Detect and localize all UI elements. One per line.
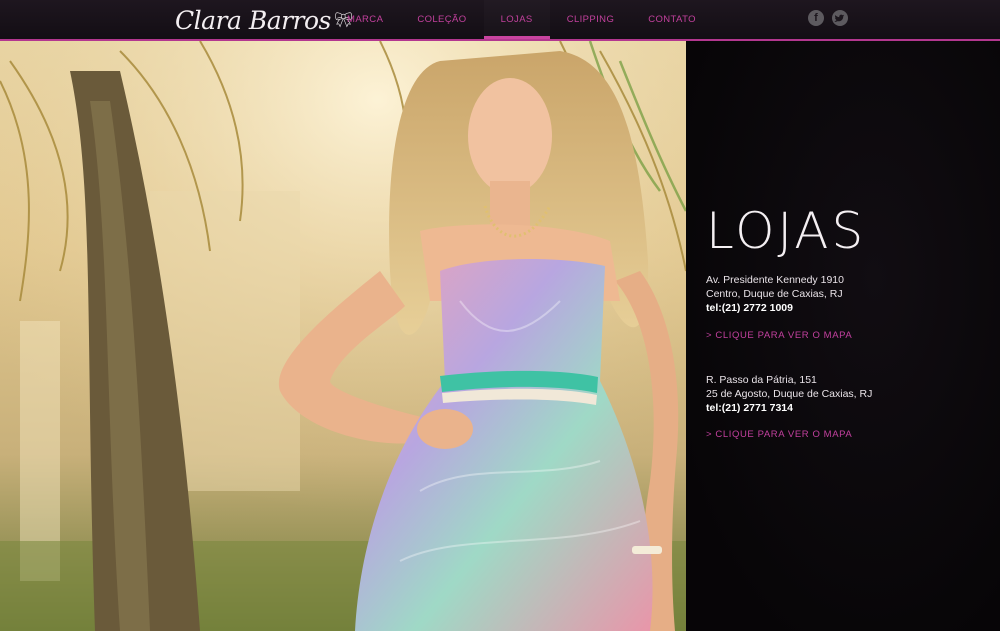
top-navigation-bar: Clara Barros 🎀︎ MARCA COLEÇÃO LOJAS CLIP… xyxy=(0,0,1000,41)
store-card: R. Passo da Pátria, 151 25 de Agosto, Du… xyxy=(706,373,872,415)
main-nav: MARCA COLEÇÃO LOJAS CLIPPING CONTATO xyxy=(330,0,713,39)
map-link[interactable]: > CLIQUE PARA VER O MAPA xyxy=(706,330,852,341)
nav-marca[interactable]: MARCA xyxy=(330,0,400,39)
store-phone: tel:(21) 2771 7314 xyxy=(706,402,793,414)
store-address-line2: Centro, Duque de Caxias, RJ xyxy=(706,288,843,300)
store-phone: tel:(21) 2772 1009 xyxy=(706,302,793,314)
twitter-icon[interactable] xyxy=(832,10,848,26)
hero-photo xyxy=(0,41,686,631)
facebook-icon[interactable]: f xyxy=(808,10,824,26)
store-card: Av. Presidente Kennedy 1910 Centro, Duqu… xyxy=(706,273,844,315)
nav-clipping[interactable]: CLIPPING xyxy=(550,0,632,39)
store-address-line1: R. Passo da Pátria, 151 xyxy=(706,374,817,386)
logo[interactable]: Clara Barros 🎀︎ xyxy=(175,2,353,38)
logo-text: Clara Barros xyxy=(175,5,331,35)
nav-colecao[interactable]: COLEÇÃO xyxy=(400,0,483,39)
nav-contato[interactable]: CONTATO xyxy=(631,0,713,39)
stores-panel: LOJAS Av. Presidente Kennedy 1910 Centro… xyxy=(686,41,1000,631)
store-address-line1: Av. Presidente Kennedy 1910 xyxy=(706,274,844,286)
map-link[interactable]: > CLIQUE PARA VER O MAPA xyxy=(706,429,852,440)
nav-lojas[interactable]: LOJAS xyxy=(483,0,550,39)
page: Clara Barros 🎀︎ MARCA COLEÇÃO LOJAS CLIP… xyxy=(0,0,1000,631)
page-title: LOJAS xyxy=(706,202,867,260)
social-links: f xyxy=(808,10,848,26)
store-address-line2: 25 de Agosto, Duque de Caxias, RJ xyxy=(706,388,873,400)
